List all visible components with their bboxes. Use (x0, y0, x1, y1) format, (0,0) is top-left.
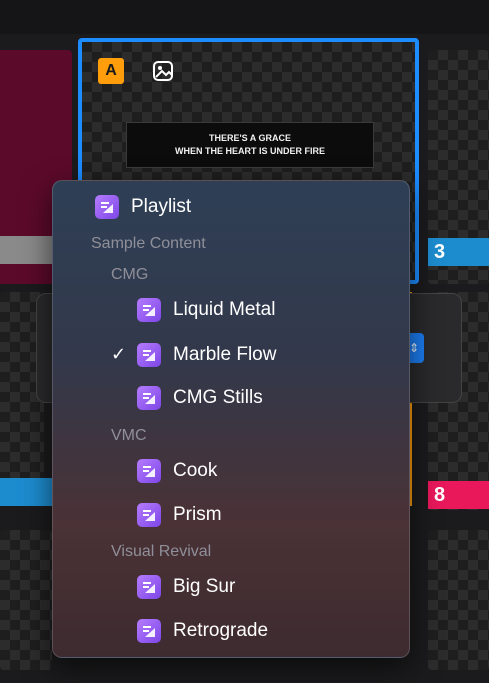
playlist-media-icon (137, 619, 161, 643)
playlist-media-icon (137, 503, 161, 527)
slide-thumbnail-left-bottom[interactable] (0, 530, 52, 670)
menu-item-label: Big Sur (173, 576, 236, 597)
menu-item-playlist[interactable]: Playlist (95, 195, 191, 219)
playlist-media-icon (137, 343, 161, 367)
menu-item-prism[interactable]: Prism (137, 503, 222, 527)
checkmark-icon: ✓ (111, 344, 127, 364)
media-image-icon (150, 58, 176, 84)
menu-item-cook[interactable]: Cook (137, 459, 217, 483)
slide-number-bar: 3 (428, 238, 489, 266)
arrangement-badge: A (98, 58, 124, 84)
top-toolbar (0, 0, 489, 34)
menu-section-header: Visual Revival (111, 543, 212, 560)
slide-number: 3 (434, 240, 446, 263)
lyric-line: WHEN THE HEART IS UNDER FIRE (174, 146, 325, 156)
playlist-media-icon (95, 195, 119, 219)
menu-item-label: Retrograde (173, 620, 269, 641)
slide-thumbnail-right-bottom[interactable] (428, 530, 489, 670)
lyric-text-box: THERE'S A GRACE WHEN THE HEART IS UNDER … (126, 122, 374, 168)
slide-number: 8 (434, 483, 446, 506)
menu-item-label: CMG Stills (173, 387, 263, 408)
menu-item-label: Cook (173, 460, 218, 481)
menu-item-label: Marble Flow (173, 344, 277, 365)
menu-item-retrograde[interactable]: Retrograde (137, 619, 268, 643)
menu-item-label: Playlist (131, 196, 192, 217)
playlist-dropdown-menu: Playlist Sample Content CMG Liquid Metal… (52, 180, 410, 658)
menu-item-label: Prism (173, 504, 222, 525)
menu-section-header: CMG (111, 266, 149, 283)
menu-section-header: Sample Content (91, 235, 206, 252)
menu-item-liquid-metal[interactable]: Liquid Metal (137, 298, 275, 322)
menu-item-big-sur[interactable]: Big Sur (137, 575, 235, 599)
playlist-media-icon (137, 575, 161, 599)
menu-section-header: VMC (111, 427, 147, 444)
slide-number-bar (0, 236, 52, 264)
menu-item-label: Liquid Metal (173, 299, 276, 320)
lyric-line: THERE'S A GRACE (209, 133, 291, 143)
slide-number-bar: 8 (428, 481, 489, 509)
playlist-media-icon (137, 386, 161, 410)
playlist-media-icon (137, 298, 161, 322)
slide-number-bar (0, 478, 52, 506)
playlist-media-icon (137, 459, 161, 483)
menu-item-marble-flow[interactable]: Marble Flow (137, 343, 276, 367)
menu-item-cmg-stills[interactable]: CMG Stills (137, 386, 263, 410)
